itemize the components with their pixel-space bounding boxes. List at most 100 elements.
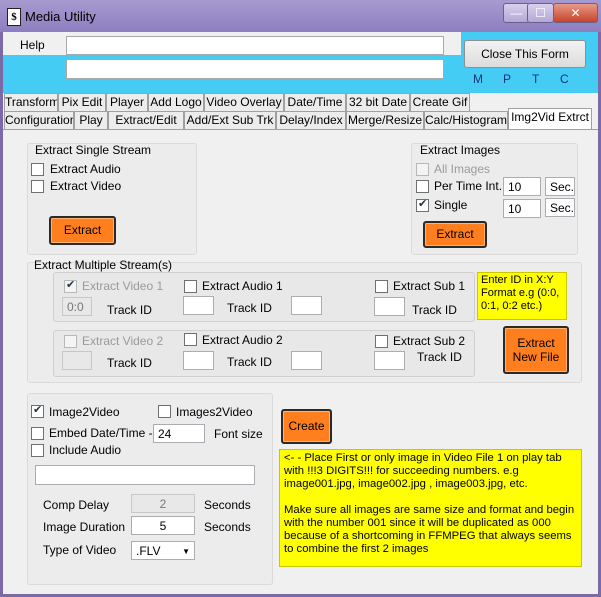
comp-delay-input[interactable]: 2 [131, 494, 195, 513]
window-title: Media Utility [25, 9, 96, 24]
audio-path-input[interactable] [35, 465, 255, 485]
extract-new-file-button[interactable]: Extract New File [503, 326, 569, 374]
type-of-video-label: Type of Video [43, 543, 117, 557]
single-image-checkbox[interactable] [416, 197, 429, 212]
sub-2-track-input[interactable] [374, 351, 405, 370]
tab-add-logo[interactable]: Add Logo [148, 93, 204, 111]
path-field-2[interactable] [66, 59, 444, 79]
video-1-track-input[interactable]: 0:0 [62, 297, 92, 316]
single-image-input[interactable]: 10 [503, 199, 541, 218]
audio-1-track-label: Track ID [227, 301, 272, 315]
menu-help[interactable]: Help [20, 38, 45, 52]
embed-datetime-checkbox[interactable] [31, 427, 44, 440]
tab-play[interactable]: Play [74, 111, 108, 129]
extract-video-label: Extract Video [50, 179, 122, 193]
track-id-note: Enter ID in X:Y Format e.g (0:0, 0:1, 0:… [477, 272, 567, 320]
mptc-t[interactable]: T [532, 72, 539, 86]
tab-configuration[interactable]: Configuration [4, 111, 74, 129]
images2video-checkbox[interactable] [158, 405, 171, 418]
close-form-button[interactable]: Close This Form [464, 40, 586, 68]
multi-stream-title: Extract Multiple Stream(s) [34, 258, 173, 272]
extract-single-button[interactable]: Extract [49, 216, 116, 245]
image-duration-seconds: Seconds [204, 520, 251, 534]
tab-delay-index[interactable]: Delay/Index [276, 111, 346, 129]
create-button[interactable]: Create [281, 409, 332, 444]
audio-2-track-input[interactable] [183, 351, 214, 370]
tab-transform[interactable]: Transform [4, 93, 58, 111]
chevron-down-icon: ▼ [182, 547, 190, 556]
per-time-unit[interactable]: Sec. [545, 177, 575, 196]
per-time-checkbox[interactable] [416, 180, 429, 193]
per-time-input[interactable]: 10 [503, 177, 541, 196]
tab-extract-edit[interactable]: Extract/Edit [108, 111, 184, 129]
tab-img2vid-extrct[interactable]: Img2Vid Extrct [508, 108, 592, 129]
comp-delay-label: Comp Delay [43, 498, 110, 512]
all-images-label: All Images [434, 162, 491, 176]
sub-1-track-label: Track ID [412, 303, 457, 317]
audio-2-track-input-2[interactable] [291, 351, 322, 370]
extract-video-2-checkbox[interactable] [64, 335, 77, 348]
tab-add-ext-sub-trk[interactable]: Add/Ext Sub Trk [184, 111, 276, 129]
extract-sub-2-checkbox[interactable] [375, 335, 388, 348]
extract-video-checkbox[interactable] [31, 180, 44, 193]
close-window-button[interactable]: ✕ [553, 3, 598, 23]
tab-create-gif[interactable]: Create Gif [410, 93, 470, 111]
sub-2-track-label: Track ID [417, 350, 462, 364]
all-images-checkbox[interactable] [416, 163, 429, 176]
mptc-m[interactable]: M [473, 72, 483, 86]
single-stream-title: Extract Single Stream [35, 143, 152, 157]
images2video-label: Images2Video [176, 405, 253, 419]
instructions-part-1: <- - Place First or only image in Video … [284, 452, 562, 490]
tab-video-overlay[interactable]: Video Overlay [204, 93, 284, 111]
image2video-checkbox[interactable] [31, 403, 44, 418]
video-type-select[interactable]: .FLV ▼ [131, 541, 195, 560]
extract-audio-checkbox[interactable] [31, 163, 44, 176]
tab-32bit-date[interactable]: 32 bit Date [346, 93, 410, 111]
single-image-unit[interactable]: Sec. [545, 198, 575, 217]
tab-calc-histogram[interactable]: Calc/Histogram [424, 111, 508, 129]
extract-audio-1-checkbox[interactable] [184, 280, 197, 293]
maximize-button[interactable]: ☐ [527, 3, 554, 23]
extract-video-1-label: Extract Video 1 [82, 279, 164, 293]
minimize-button[interactable]: — [503, 3, 530, 23]
image-duration-input[interactable]: 5 [131, 516, 195, 535]
tab-date-time[interactable]: Date/Time [284, 93, 346, 111]
video-1-track-label: Track ID [107, 303, 152, 317]
image-duration-label: Image Duration [43, 520, 126, 534]
tab-divider [3, 129, 598, 130]
include-audio-checkbox[interactable] [31, 444, 44, 457]
mptc-p[interactable]: P [503, 72, 511, 86]
extract-video-2-label: Extract Video 2 [82, 334, 164, 348]
image2video-label: Image2Video [49, 405, 120, 419]
app-icon: $ [7, 8, 21, 26]
per-time-label: Per Time Int. [434, 179, 503, 193]
extract-sub-1-checkbox[interactable] [375, 280, 388, 293]
extract-images-title: Extract Images [420, 143, 501, 157]
extract-images-button[interactable]: Extract [423, 221, 487, 248]
extract-audio-1-label: Extract Audio 1 [202, 279, 283, 293]
mptc-c[interactable]: C [560, 72, 569, 86]
path-field-1[interactable] [66, 36, 444, 55]
single-image-label: Single [434, 198, 468, 212]
comp-delay-seconds: Seconds [204, 498, 251, 512]
audio-2-track-label: Track ID [227, 355, 272, 369]
tab-player[interactable]: Player [106, 93, 148, 111]
font-size-label: Font size [214, 427, 263, 441]
tab-pix-edit[interactable]: Pix Edit [58, 93, 106, 111]
extract-audio-2-checkbox[interactable] [184, 333, 197, 346]
instructions-note: <- - Place First or only image in Video … [279, 449, 582, 567]
audio-1-track-input[interactable] [183, 296, 214, 315]
instructions-part-2: Make sure all images are same size and f… [284, 504, 575, 555]
extract-sub-1-label: Extract Sub 1 [393, 279, 466, 293]
extract-audio-label: Extract Audio [50, 162, 121, 176]
font-size-input[interactable]: 24 [153, 424, 205, 443]
extract-video-1-checkbox[interactable] [64, 278, 77, 293]
video-2-track-input[interactable] [62, 351, 92, 370]
video-type-value: .FLV [136, 544, 161, 558]
audio-1-track-input-2[interactable] [291, 296, 322, 315]
video-2-track-label: Track ID [107, 356, 152, 370]
include-audio-label: Include Audio [49, 443, 122, 457]
extract-audio-2-label: Extract Audio 2 [202, 333, 283, 347]
tab-merge-resize[interactable]: Merge/Resize [346, 111, 424, 129]
sub-1-track-input[interactable] [374, 297, 405, 316]
